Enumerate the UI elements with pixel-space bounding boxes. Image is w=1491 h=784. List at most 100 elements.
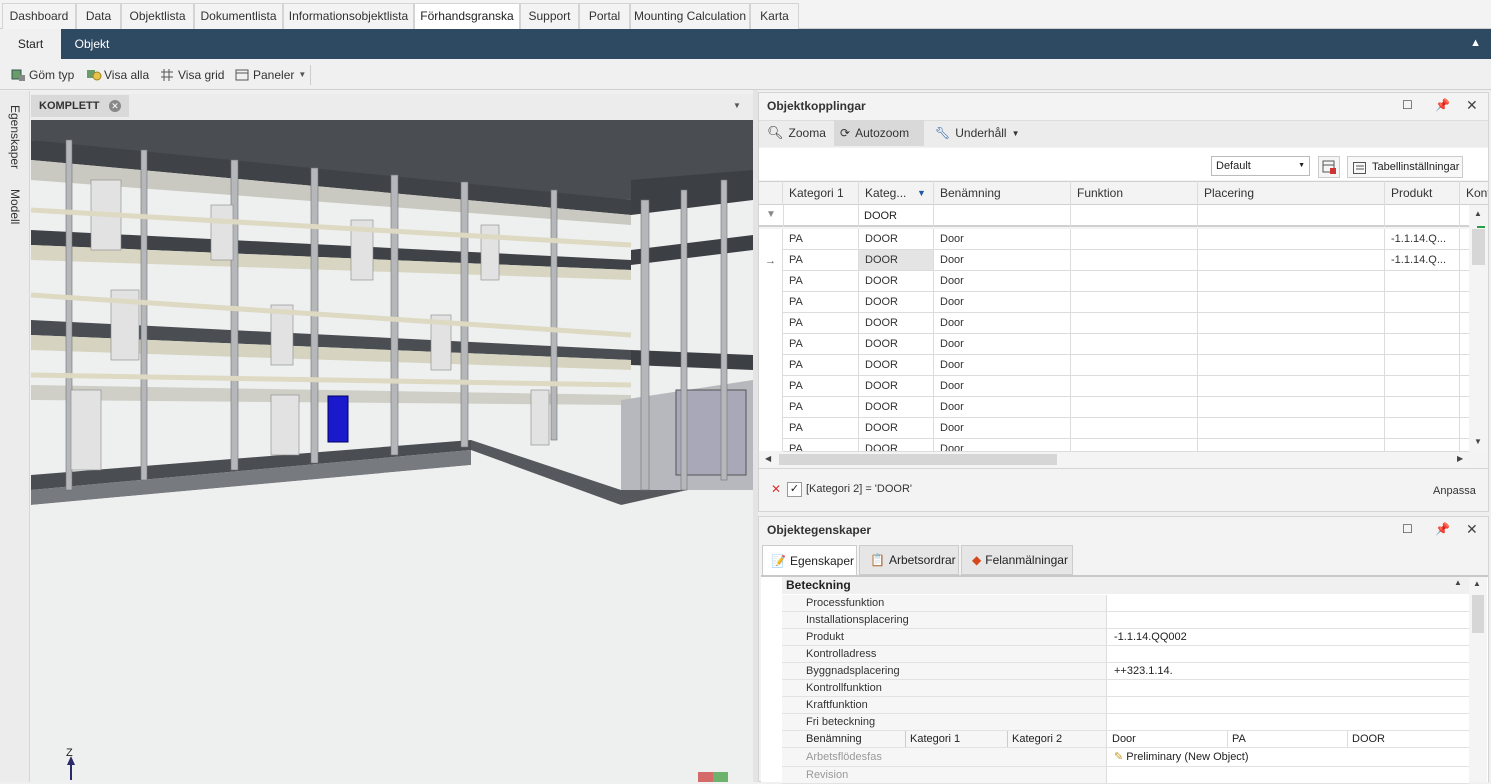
cell-benamning[interactable]: Door bbox=[934, 439, 1071, 451]
cell-kategori1[interactable]: PA bbox=[783, 355, 859, 375]
scroll-up-icon[interactable]: ▲ bbox=[1474, 209, 1482, 218]
grid-vertical-scrollbar[interactable]: ▲ ▼ bbox=[1469, 205, 1488, 452]
cell-kategori1[interactable]: PA bbox=[783, 292, 859, 312]
value-arbetsflodesfas[interactable]: ✎ Preliminary (New Object) bbox=[1108, 748, 1249, 766]
cell-kategori2[interactable]: DOOR bbox=[859, 376, 934, 396]
3d-model-viewport[interactable]: Z bbox=[31, 120, 753, 782]
cell-placering[interactable] bbox=[1198, 376, 1385, 396]
cell-placering[interactable] bbox=[1198, 313, 1385, 333]
property-value[interactable] bbox=[1108, 612, 1114, 628]
tab-portal[interactable]: Portal bbox=[579, 3, 630, 29]
property-value[interactable]: ++323.1.14. bbox=[1108, 663, 1173, 679]
value-kategori1[interactable]: PA bbox=[1232, 731, 1348, 747]
column-header-funktion[interactable]: Funktion bbox=[1071, 181, 1198, 205]
panels-dropdown-button[interactable]: Paneler ▼ bbox=[235, 66, 306, 84]
cell-produkt[interactable] bbox=[1385, 313, 1460, 333]
cell-placering[interactable] bbox=[1198, 397, 1385, 417]
cell-produkt[interactable]: -1.1.14.Q... bbox=[1385, 229, 1460, 249]
group-header-beteckning[interactable]: Beteckning bbox=[782, 577, 1469, 594]
scroll-right-icon[interactable]: ▶ bbox=[1457, 454, 1463, 463]
table-row[interactable]: PA DOOR Door -1.1.14.Q... bbox=[783, 250, 1469, 271]
cell-kategori1[interactable]: PA bbox=[783, 334, 859, 354]
table-row[interactable]: PA DOOR Door bbox=[783, 397, 1469, 418]
show-grid-button[interactable]: Visa grid bbox=[160, 66, 224, 84]
side-tab-egenskaper[interactable]: Egenskaper bbox=[8, 105, 22, 169]
property-value[interactable]: -1.1.14.QQ002 bbox=[1108, 629, 1187, 645]
cell-placering[interactable] bbox=[1198, 355, 1385, 375]
hide-type-button[interactable]: Göm typ bbox=[11, 66, 74, 84]
value-benamning[interactable]: Door bbox=[1112, 731, 1228, 747]
cell-produkt[interactable] bbox=[1385, 292, 1460, 312]
table-row[interactable]: PA DOOR Door bbox=[783, 355, 1469, 376]
filter-active-icon[interactable]: ▼ bbox=[917, 188, 926, 198]
cell-kategori2[interactable]: DOOR bbox=[859, 292, 934, 312]
cell-kategori2[interactable]: DOOR bbox=[859, 439, 934, 451]
cell-kategori2[interactable]: DOOR bbox=[859, 397, 934, 417]
customize-filter-button[interactable]: Anpassa bbox=[1433, 485, 1476, 497]
ribbon-tab-start[interactable]: Start bbox=[0, 29, 61, 59]
maintenance-dropdown-button[interactable]: 🔧︎ Underhåll ▼ bbox=[929, 120, 1026, 146]
collapse-group-icon[interactable]: ▲ bbox=[1454, 578, 1462, 587]
scroll-up-icon[interactable]: ▲ bbox=[1473, 579, 1481, 588]
cell-placering[interactable] bbox=[1198, 250, 1385, 270]
filter-cell-placering[interactable] bbox=[1198, 205, 1385, 227]
column-header-benamning[interactable]: Benämning bbox=[934, 181, 1071, 205]
collapse-ribbon-icon[interactable]: ▲ bbox=[1470, 37, 1481, 49]
cell-produkt[interactable] bbox=[1385, 397, 1460, 417]
tab-dashboard[interactable]: Dashboard bbox=[2, 3, 76, 29]
table-row[interactable]: PA DOOR Door bbox=[783, 271, 1469, 292]
pin-icon[interactable]: 📌 bbox=[1435, 98, 1450, 112]
column-header-produkt[interactable]: Produkt bbox=[1385, 181, 1460, 205]
close-panel-icon[interactable]: ✕ bbox=[1466, 97, 1478, 114]
cell-funktion[interactable] bbox=[1071, 397, 1198, 417]
cell-funktion[interactable] bbox=[1071, 355, 1198, 375]
cell-kategori2[interactable]: DOOR bbox=[859, 271, 934, 291]
cell-kategori2[interactable]: DOOR bbox=[859, 418, 934, 438]
filter-cell-kategori2[interactable]: DOOR bbox=[859, 205, 934, 227]
tab-arbetsordrar[interactable]: 📋 Arbetsordrar bbox=[859, 545, 959, 575]
cell-produkt[interactable] bbox=[1385, 271, 1460, 291]
filter-enabled-checkbox[interactable]: ✓ bbox=[787, 482, 802, 497]
tab-forhandsgranska[interactable]: Förhandsgranska bbox=[414, 3, 520, 29]
cell-placering[interactable] bbox=[1198, 334, 1385, 354]
tab-felanmalningar[interactable]: ◆ Felanmälningar bbox=[961, 545, 1073, 575]
cell-benamning[interactable]: Door bbox=[934, 313, 1071, 333]
save-layout-icon[interactable] bbox=[1318, 156, 1340, 178]
value-kategori2[interactable]: DOOR bbox=[1352, 731, 1468, 747]
zoom-button[interactable]: 🔍︎ Zooma bbox=[761, 120, 832, 146]
tab-objektlista[interactable]: Objektlista bbox=[121, 3, 194, 29]
property-value[interactable] bbox=[1108, 646, 1114, 662]
cell-produkt[interactable] bbox=[1385, 334, 1460, 354]
cell-funktion[interactable] bbox=[1071, 334, 1198, 354]
cell-benamning[interactable]: Door bbox=[934, 397, 1071, 417]
scroll-down-icon[interactable]: ▼ bbox=[1474, 437, 1482, 446]
cell-kategori1[interactable]: PA bbox=[783, 229, 859, 249]
table-row[interactable]: PA DOOR Door bbox=[783, 439, 1469, 452]
tab-karta[interactable]: Karta bbox=[750, 3, 799, 29]
property-value[interactable] bbox=[1108, 680, 1114, 696]
ribbon-tab-objekt[interactable]: Objekt bbox=[61, 29, 123, 59]
property-grid-scrollbar[interactable]: ▲ bbox=[1469, 577, 1487, 782]
cell-kategori2[interactable]: DOOR bbox=[859, 229, 934, 249]
scroll-left-icon[interactable]: ◀ bbox=[765, 454, 771, 463]
tab-data[interactable]: Data bbox=[76, 3, 121, 29]
cell-kategori1[interactable]: PA bbox=[783, 418, 859, 438]
cell-kategori1[interactable]: PA bbox=[783, 271, 859, 291]
column-header-kategori1[interactable]: Kategori 1 bbox=[783, 181, 859, 205]
table-row[interactable]: PA DOOR Door bbox=[783, 313, 1469, 334]
cell-benamning[interactable]: Door bbox=[934, 418, 1071, 438]
layout-select[interactable]: Default ▼ bbox=[1211, 156, 1310, 176]
cell-funktion[interactable] bbox=[1071, 229, 1198, 249]
filter-cell-funktion[interactable] bbox=[1071, 205, 1198, 227]
cell-kategori2[interactable]: DOOR bbox=[859, 250, 934, 270]
cell-funktion[interactable] bbox=[1071, 376, 1198, 396]
cell-benamning[interactable]: Door bbox=[934, 334, 1071, 354]
scroll-h-thumb[interactable] bbox=[779, 454, 1057, 465]
pin-icon[interactable]: 📌 bbox=[1435, 522, 1450, 536]
cell-benamning[interactable]: Door bbox=[934, 292, 1071, 312]
tab-dokumentlista[interactable]: Dokumentlista bbox=[194, 3, 283, 29]
table-row[interactable]: PA DOOR Door bbox=[783, 418, 1469, 439]
cell-placering[interactable] bbox=[1198, 439, 1385, 451]
cell-placering[interactable] bbox=[1198, 271, 1385, 291]
viewport-menu-chevron-icon[interactable]: ▼ bbox=[733, 101, 741, 110]
